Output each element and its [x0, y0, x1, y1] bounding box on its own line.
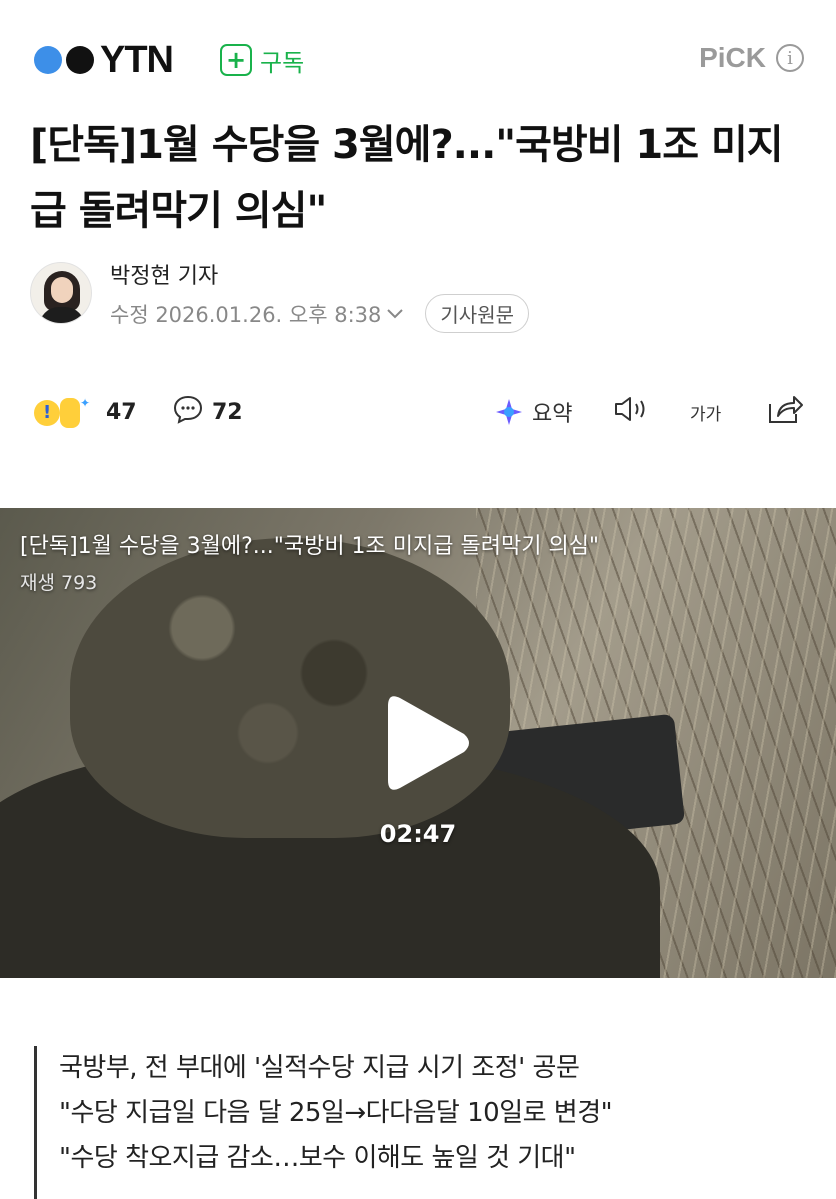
- ytn-logo[interactable]: YTN: [34, 39, 174, 81]
- logo-text: YTN: [100, 39, 174, 81]
- share-icon: [766, 392, 804, 432]
- article-meta: 수정 2026.01.26. 오후 8:38 기사원문: [110, 294, 529, 333]
- video-duration: 02:47: [379, 820, 457, 848]
- top-bar: YTN + 구독 PiCK i: [0, 0, 836, 112]
- comment-count: 72: [212, 399, 243, 425]
- video-view-count: 재생 793: [20, 572, 98, 594]
- article-summary: 국방부, 전 부대에 '실적수당 지급 시기 조정' 공문 "수당 지급일 다음…: [34, 1046, 814, 1199]
- comment-icon: [172, 394, 204, 430]
- pick-label: PiCK: [699, 42, 766, 73]
- pick-badge[interactable]: PiCK i: [699, 42, 804, 74]
- summary-button[interactable]: 요약: [494, 390, 572, 434]
- emoji-hand: [60, 398, 80, 428]
- video-player[interactable]: [단독]1월 수당을 3월에?..."국방비 1조 미지급 돌려막기 의심" 재…: [0, 508, 836, 978]
- summary-icon: [494, 397, 524, 427]
- play-icon[interactable]: [378, 688, 474, 798]
- original-article-button[interactable]: 기사원문: [425, 294, 529, 333]
- reporter-avatar[interactable]: [30, 262, 92, 324]
- action-bar: ! ✦ 47 72 요약 가가: [0, 390, 836, 434]
- tts-button[interactable]: [612, 390, 652, 434]
- plus-icon: +: [220, 44, 252, 76]
- font-size-label: 가가: [690, 404, 722, 425]
- avatar-body: [39, 307, 85, 323]
- subscribe-button[interactable]: + 구독: [220, 44, 305, 77]
- chevron-down-icon[interactable]: [387, 304, 404, 323]
- reaction-button[interactable]: ! ✦ 47: [34, 390, 137, 434]
- speaker-icon: [612, 393, 652, 431]
- comment-button[interactable]: 72: [172, 390, 243, 434]
- summary-line: 국방부, 전 부대에 '실적수당 지급 시기 조정' 공문: [59, 1053, 580, 1083]
- summary-line: "수당 착오지급 감소…보수 이해도 높일 것 기대": [59, 1143, 576, 1173]
- byline: 박정현 기자 수정 2026.01.26. 오후 8:38 기사원문: [30, 258, 810, 333]
- emoji-spark: ✦: [80, 396, 91, 410]
- reaction-count: 47: [106, 399, 137, 425]
- share-button[interactable]: [766, 390, 804, 434]
- logo-blue-dot: [34, 46, 62, 74]
- modified-timestamp: 수정 2026.01.26. 오후 8:38: [110, 302, 382, 327]
- subscribe-label: 구독: [260, 48, 305, 77]
- reporter-name[interactable]: 박정현 기자: [110, 258, 218, 290]
- summary-label: 요약: [532, 402, 573, 427]
- exclamation-mark: !: [43, 402, 52, 423]
- summary-line: "수당 지급일 다음 달 25일→다다음달 10일로 변경": [59, 1098, 613, 1128]
- reaction-emoji-icon: ! ✦: [34, 392, 92, 432]
- font-size-button[interactable]: 가가: [690, 390, 721, 434]
- logo-black-dot: [66, 46, 94, 74]
- avatar-face: [51, 277, 73, 303]
- video-title: [단독]1월 수당을 3월에?..."국방비 1조 미지급 돌려막기 의심": [20, 534, 600, 559]
- article-title: [단독]1월 수당을 3월에?..."국방비 1조 미지급 돌려막기 의심": [30, 122, 784, 234]
- info-icon[interactable]: i: [776, 44, 804, 72]
